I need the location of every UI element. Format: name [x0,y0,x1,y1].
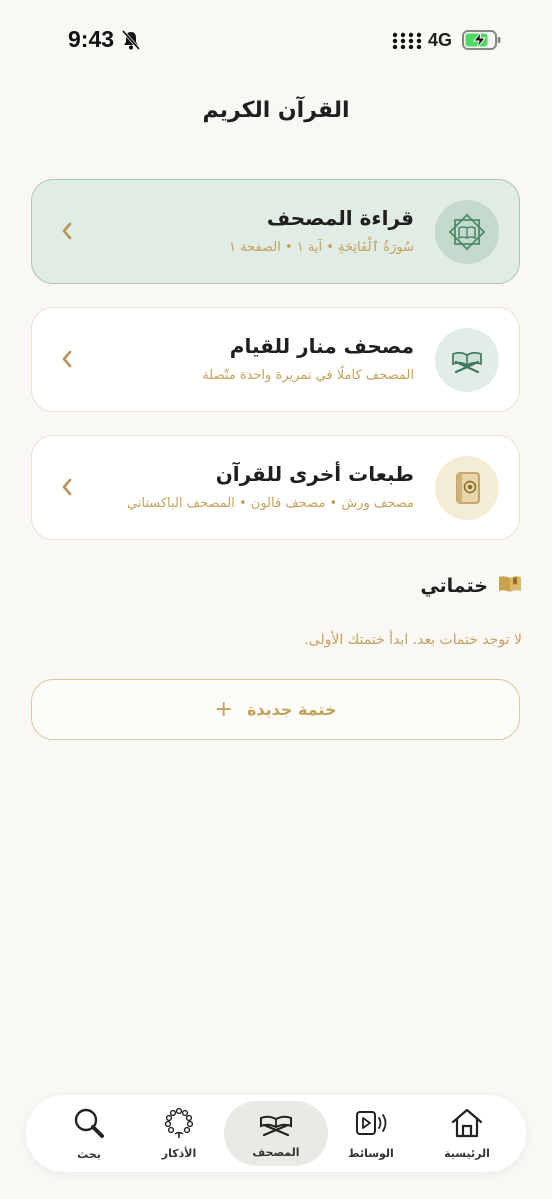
tab-media[interactable]: الوسائط [322,1101,420,1166]
tab-label: الأذكار [161,1147,197,1160]
tab-label: المصحف [252,1146,300,1159]
card-title: مصحف منار للقيام [229,334,414,358]
status-time: 9:43 [68,26,115,52]
search-icon [71,1106,107,1144]
tab-adhkar[interactable]: الأذكار [130,1101,228,1166]
card-subtitle: المصحف كاملًا في تمريرة واحدة متّصلة [202,368,414,383]
tab-home[interactable]: الرئيسية [418,1101,516,1166]
tab-mushaf[interactable]: المصحف [224,1101,328,1166]
khatmat-header: ختماتي [420,574,522,598]
chevron-left-icon [60,220,74,246]
bottom-tab-bar: الرئيسية الوسائط المصحف الأذكار بحث [26,1095,526,1172]
prayer-beads-icon [161,1107,197,1143]
tab-label: الرئيسية [444,1147,490,1160]
network-type: 4G [428,30,453,50]
plus-icon: + [214,696,233,722]
tab-label: الوسائط [348,1147,394,1160]
new-khatma-label: ختمة جديدة [246,700,337,719]
chevron-left-icon [60,348,74,374]
khatmat-title: ختماتي [420,575,488,597]
tab-search[interactable]: بحث [40,1101,138,1166]
open-book-icon [498,574,522,598]
other-editions-card[interactable]: طبعات أخرى للقرآن مصحف ورش • مصحف قالون … [31,435,520,540]
card-subtitle: سُورَةُ ٱلْفَاتِحَةِ • آية ١ • الصفحة ١ [228,240,414,255]
home-icon [449,1107,485,1143]
card-title: قراءة المصحف [266,206,414,230]
card-subtitle: مصحف ورش • مصحف قالون • المصحف الباكستان… [126,496,414,511]
read-mushaf-card[interactable]: قراءة المصحف سُورَةُ ٱلْفَاتِحَةِ • آية … [31,179,520,284]
status-bar: 9:43 4G [0,0,552,80]
silent-bell-icon [121,30,141,54]
manar-mushaf-card[interactable]: مصحف منار للقيام المصحف كاملًا في تمريرة… [31,307,520,412]
cellular-signal-icon [392,31,422,53]
quran-stand-icon [435,328,499,392]
page-title: القرآن الكريم [202,98,350,123]
card-title: طبعات أخرى للقرآن [215,462,414,486]
battery-charging-icon [462,29,502,55]
quran-book-icon [435,456,499,520]
quran-stand-icon [258,1108,294,1142]
media-icon [353,1107,389,1143]
new-khatma-button[interactable]: ختمة جديدة + [31,679,520,740]
octagram-book-icon [435,200,499,264]
empty-khatmat-message: لا توجد ختمات بعد. ابدأ ختمتك الأولى. [304,632,522,648]
chevron-left-icon [60,476,74,502]
tab-label: بحث [77,1148,101,1161]
